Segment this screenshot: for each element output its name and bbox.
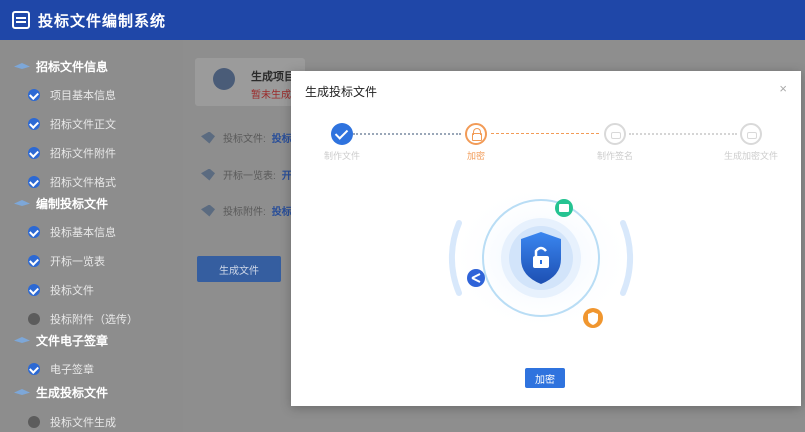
check-icon [331,123,353,145]
sidebar-item-project-info[interactable]: 项目基本信息 [28,85,116,105]
check-circle-icon [28,118,40,130]
encryption-illustration [448,183,634,333]
header-bar: 投标文件编制系统 [0,0,805,40]
step-label: 生成加密文件 [723,151,778,161]
row-link[interactable]: 投标 [272,130,292,145]
check-circle-icon [28,255,40,267]
row-link[interactable]: 投标 [272,203,292,218]
file-icon [201,168,215,181]
sidebar-item-label: 招标文件正文 [50,119,116,131]
row-opening-table: 开标一览表: 开 [201,167,292,182]
sidebar-item-tender-attachment[interactable]: 招标文件附件 [28,143,116,163]
step-make-file: 制作文件 [312,123,372,162]
sidebar-item-tender-format[interactable]: 招标文件格式 [28,172,116,192]
sidebar-section-label: 招标文件信息 [36,59,109,74]
file-icon [201,204,215,217]
close-icon[interactable]: × [779,81,787,96]
encrypt-button[interactable]: 加密 [525,368,565,388]
check-circle-icon [28,226,40,238]
sidebar-section-label: 文件电子签章 [36,333,109,348]
step-label: 加密 [466,151,485,161]
graduation-cap-icon [14,335,30,345]
generate-file-button[interactable]: 生成文件 [197,256,281,282]
card-subtitle: 暂未生成 [251,90,291,101]
sidebar-item-bid-basic-info[interactable]: 投标基本信息 [28,222,116,242]
sidebar-section-generate-bid[interactable]: 生成投标文件 [0,381,108,403]
file-encrypted-icon [740,123,762,145]
step-label: 制作文件 [323,151,360,161]
row-label: 开标一览表: [223,171,276,182]
signature-icon [604,123,626,145]
sidebar: 招标文件信息 项目基本信息 招标文件正文 招标文件附件 招标文件格式 编制投标文… [0,40,183,432]
graduation-cap-icon [14,61,30,71]
sidebar-section-tender-info[interactable]: 招标文件信息 [0,55,108,77]
sidebar-item-bid-attachment[interactable]: 投标附件（选传） [28,309,138,329]
row-bid-attachment: 投标附件: 投标 [201,203,292,218]
sidebar-section-compile-bid[interactable]: 编制投标文件 [0,192,108,214]
project-card: 生成项目 暂未生成 [195,58,305,106]
sidebar-item-label: 投标基本信息 [50,227,116,239]
generate-bid-dialog: 生成投标文件 × 制作文件 加密 制作签名 生成加密文件 加密 [291,71,801,406]
sidebar-section-label: 生成投标文件 [36,385,109,400]
pending-circle-icon [28,313,40,325]
sidebar-item-label: 投标附件（选传） [50,314,138,326]
sidebar-item-label: 招标文件格式 [50,177,116,189]
check-circle-icon [28,176,40,188]
pending-circle-icon [28,416,40,428]
sidebar-item-label: 项目基本信息 [50,90,116,102]
sidebar-section-label: 编制投标文件 [36,196,109,211]
sidebar-item-label: 开标一览表 [50,256,105,268]
share-icon [467,269,485,287]
step-sign: 制作签名 [585,123,645,162]
sidebar-item-label: 投标文件生成 [50,417,116,429]
file-icon [201,131,215,144]
sidebar-item-label: 电子签章 [50,364,94,376]
graduation-cap-icon [14,387,30,397]
graduation-cap-icon [14,198,30,208]
check-circle-icon [28,89,40,101]
sidebar-item-opening-table[interactable]: 开标一览表 [28,251,105,271]
row-bid-document: 投标文件: 投标 [201,130,292,145]
step-generate-encrypted: 生成加密文件 [721,123,781,162]
sidebar-item-label: 招标文件附件 [50,148,116,160]
sidebar-item-bid-document[interactable]: 投标文件 [28,280,94,300]
sidebar-item-bid-generate[interactable]: 投标文件生成 [28,412,116,432]
check-circle-icon [28,363,40,375]
card-title: 生成项目 [251,71,295,83]
sidebar-item-e-seal[interactable]: 电子签章 [28,359,94,379]
row-label: 投标文件: [223,134,266,145]
row-label: 投标附件: [223,207,266,218]
sidebar-section-e-signature[interactable]: 文件电子签章 [0,329,108,351]
app-title: 投标文件编制系统 [38,12,167,30]
step-label: 制作签名 [596,151,633,161]
project-icon [213,68,235,90]
document-logo-icon [12,11,30,29]
sidebar-item-label: 投标文件 [50,285,94,297]
sidebar-item-tender-text[interactable]: 招标文件正文 [28,114,116,134]
check-circle-icon [28,147,40,159]
dialog-title: 生成投标文件 [305,85,378,99]
lock-icon [465,123,487,145]
step-encrypt: 加密 [446,123,506,162]
step-connector [491,133,599,134]
check-circle-icon [28,284,40,296]
